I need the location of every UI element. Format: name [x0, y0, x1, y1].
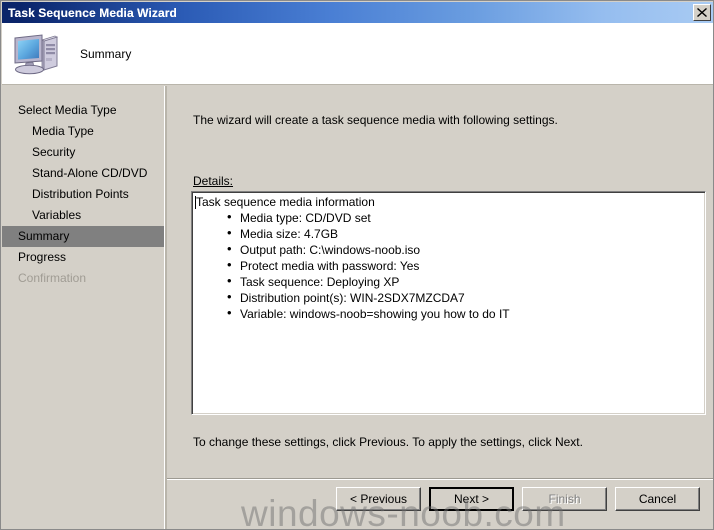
- list-item: Media size: 4.7GB: [227, 225, 705, 242]
- wizard-header: Summary: [2, 23, 713, 85]
- page-title: Summary: [80, 46, 132, 61]
- sidebar-item-media-type[interactable]: Media Type: [2, 121, 164, 142]
- wizard-step-list: Select Media Type Media Type Security St…: [2, 86, 165, 529]
- intro-text: The wizard will create a task sequence m…: [193, 113, 558, 127]
- sidebar-item-distribution-points[interactable]: Distribution Points: [2, 184, 164, 205]
- finish-button-label: Finish: [548, 492, 581, 506]
- details-label-text: Details:: [193, 174, 234, 188]
- previous-button[interactable]: < Previous: [336, 487, 421, 511]
- list-item: Variable: windows-noob=showing you how t…: [227, 305, 705, 322]
- list-item: Distribution point(s): WIN-2SDX7MZCDA7: [227, 289, 705, 306]
- cancel-button-label: Cancel: [638, 492, 677, 506]
- close-x-icon: [697, 8, 707, 17]
- button-bar: < Previous Next > Finish Cancel: [167, 487, 713, 513]
- details-label: Details:: [193, 174, 233, 188]
- close-button[interactable]: [693, 4, 711, 21]
- computer-monitor-icon: [14, 33, 59, 74]
- sidebar-item-variables[interactable]: Variables: [2, 205, 164, 226]
- sidebar-item-progress[interactable]: Progress: [2, 247, 164, 268]
- sidebar-item-summary[interactable]: Summary: [2, 226, 164, 247]
- sidebar-item-security[interactable]: Security: [2, 142, 164, 163]
- list-item: Task sequence: Deploying XP: [227, 273, 705, 290]
- next-button[interactable]: Next >: [429, 487, 514, 511]
- finish-button: Finish: [522, 487, 607, 511]
- footer-divider: [167, 478, 713, 480]
- cancel-button[interactable]: Cancel: [615, 487, 700, 511]
- details-heading: Task sequence media information: [196, 195, 375, 209]
- sidebar-item-confirmation: Confirmation: [18, 271, 87, 285]
- sidebar-item-select-media-type[interactable]: Select Media Type: [2, 100, 164, 121]
- list-item: Output path: C:\windows-noob.iso: [227, 241, 705, 258]
- next-button-label: Next >: [453, 492, 489, 506]
- text-caret: [195, 196, 196, 209]
- previous-button-label: < Previous: [349, 492, 408, 506]
- main-content: The wizard will create a task sequence m…: [167, 86, 713, 529]
- wizard-window: Task Sequence Media Wizard Summary Selec…: [0, 0, 714, 530]
- details-heading-line: Task sequence media information: [192, 195, 705, 210]
- sidebar-item-stand-alone-cd-dvd[interactable]: Stand-Alone CD/DVD: [2, 163, 164, 184]
- list-item: Media type: CD/DVD set: [227, 209, 705, 226]
- title-bar[interactable]: Task Sequence Media Wizard: [2, 2, 713, 23]
- list-item: Protect media with password: Yes: [227, 257, 705, 274]
- details-textbox[interactable]: Task sequence media information Media ty…: [191, 191, 706, 415]
- details-bullet-list: Media type: CD/DVD set Media size: 4.7GB…: [192, 209, 705, 322]
- window-title: Task Sequence Media Wizard: [8, 5, 177, 20]
- footnote-text: To change these settings, click Previous…: [193, 435, 583, 449]
